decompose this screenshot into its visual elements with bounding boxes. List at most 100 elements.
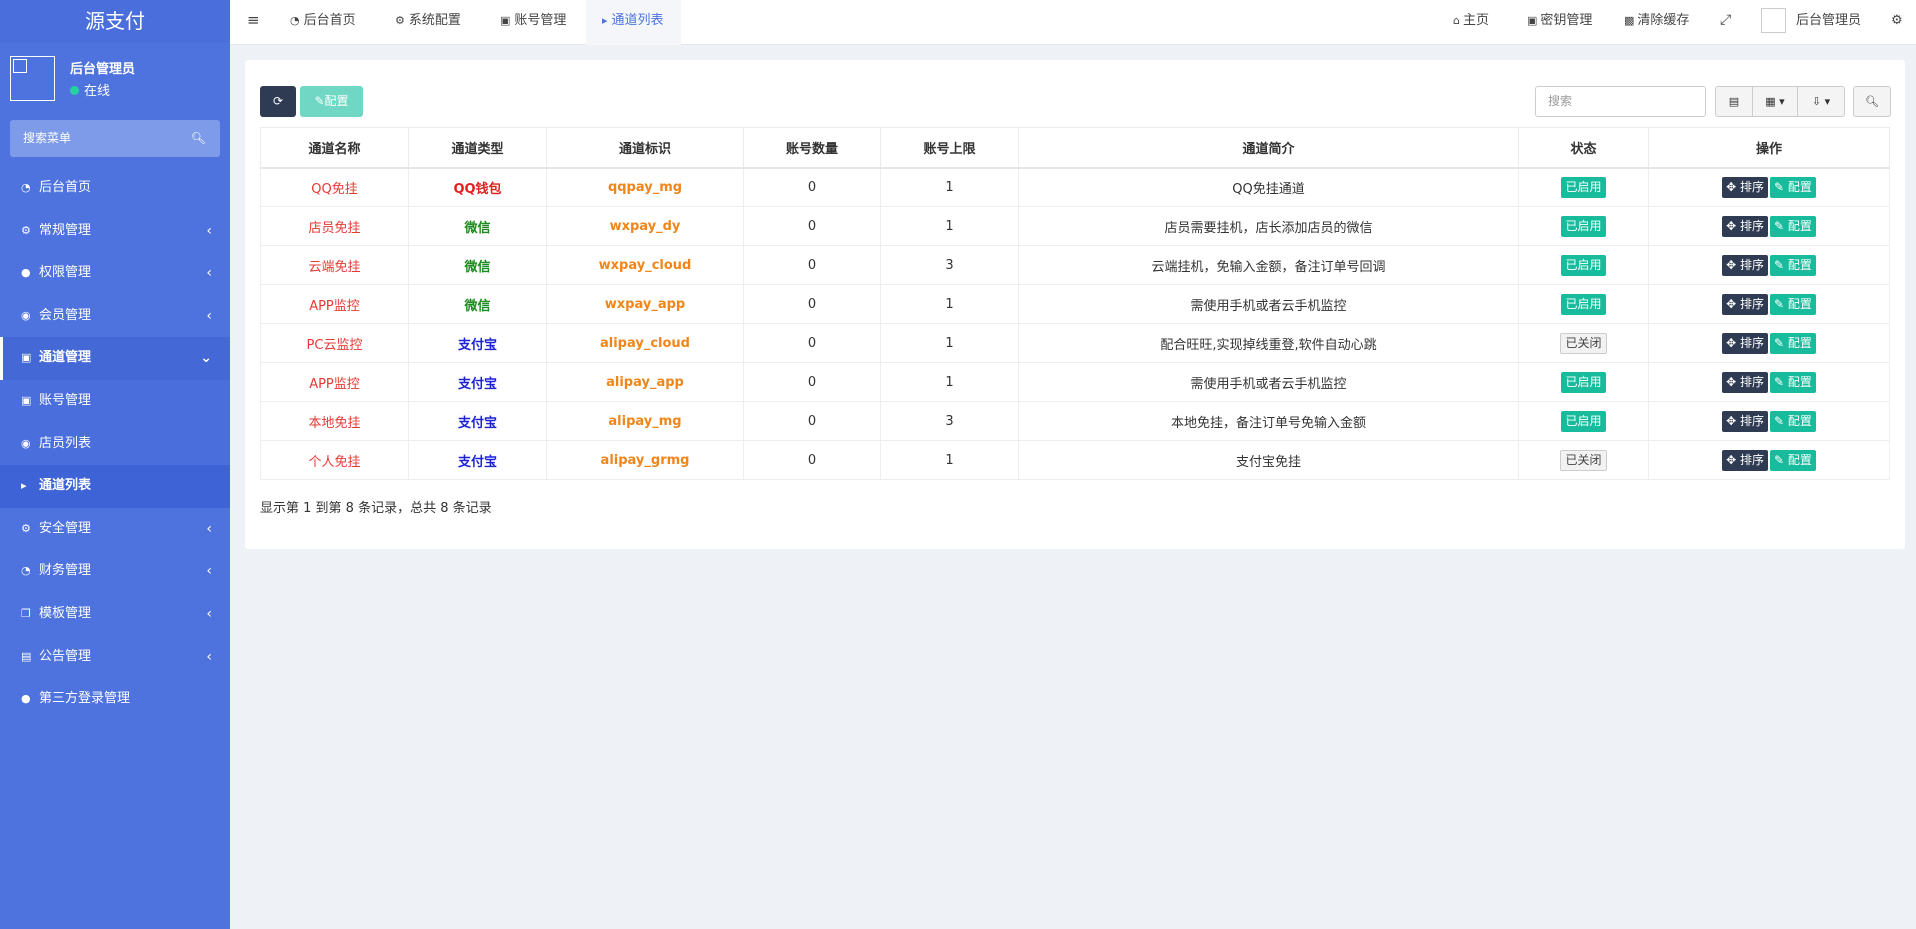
user-panel: 后台管理员 在线	[0, 43, 230, 105]
fullscreen-icon[interactable]: ⤢	[1720, 0, 1731, 45]
dashboard-icon: ◔	[21, 181, 31, 194]
sort-button[interactable]: ✥ 排序	[1722, 293, 1768, 315]
status-badge[interactable]: 已关闭	[1560, 332, 1607, 354]
status-badge[interactable]: 已启用	[1561, 371, 1606, 393]
columns-button[interactable]: ▦ ▾	[1752, 86, 1798, 117]
sidebar-item-channel-list[interactable]: ▸ 通道列表	[0, 465, 230, 508]
sidebar-item-members[interactable]: ◉ 会员管理 ‹	[0, 295, 230, 338]
account-count-cell: 0	[743, 167, 881, 207]
status-badge[interactable]: 已启用	[1561, 176, 1606, 198]
config-row-button[interactable]: ✎ 配置	[1770, 293, 1816, 315]
column-header[interactable]: 通道名称	[260, 127, 409, 169]
table-search-input[interactable]: 搜索	[1535, 86, 1706, 117]
column-header[interactable]: 通道类型	[408, 127, 547, 169]
home-icon: ⌂	[1453, 14, 1460, 27]
account-limit-cell: 3	[880, 401, 1019, 441]
sort-button[interactable]: ✥ 排序	[1722, 371, 1768, 393]
sort-button[interactable]: ✥ 排序	[1722, 332, 1768, 354]
sidebar-item-label: 账号管理	[39, 392, 92, 408]
key-icon: ▣	[1527, 14, 1538, 27]
channel-desc-cell: 配合旺旺,实现掉线重登,软件自动心跳	[1018, 323, 1519, 363]
sort-button[interactable]: ✥ 排序	[1722, 449, 1768, 471]
tab-label: 后台首页	[303, 13, 356, 28]
config-row-button[interactable]: ✎ 配置	[1770, 176, 1816, 198]
config-row-button[interactable]: ✎ 配置	[1770, 254, 1816, 276]
config-row-button[interactable]: ✎ 配置	[1770, 371, 1816, 393]
column-header[interactable]: 通道标识	[546, 127, 744, 169]
config-row-button[interactable]: ✎ 配置	[1770, 215, 1816, 237]
tab-system-config[interactable]: ⚙ 系统配置	[383, 0, 473, 45]
status-badge[interactable]: 已启用	[1561, 254, 1606, 276]
account-limit-cell: 1	[880, 167, 1019, 207]
config-row-button-label: 配置	[1787, 452, 1812, 467]
admin-menu[interactable]: 后台管理员	[1761, 0, 1861, 45]
tab-accounts[interactable]: ▣ 账号管理	[488, 0, 578, 45]
gear-icon: ⚙	[395, 14, 405, 27]
tab-channel-list[interactable]: ▸ 通道列表	[586, 0, 681, 45]
sidebar-item-label: 常规管理	[39, 222, 92, 238]
home-link[interactable]: ⌂ 主页	[1453, 0, 1489, 45]
clear-cache-link[interactable]: ▩ 清除缓存	[1624, 0, 1689, 45]
sidebar-item-finance[interactable]: ◔ 财务管理 ‹	[0, 550, 230, 593]
sort-button[interactable]: ✥ 排序	[1722, 176, 1768, 198]
key-management-link[interactable]: ▣ 密钥管理	[1527, 0, 1592, 45]
account-count-cell: 0	[743, 245, 881, 285]
tab-dashboard[interactable]: ◔ 后台首页	[278, 0, 368, 45]
config-row-button[interactable]: ✎ 配置	[1770, 449, 1816, 471]
sidebar-item-templates[interactable]: ❐ 模板管理 ‹	[0, 593, 230, 636]
channel-ident-cell: alipay_cloud	[546, 323, 744, 363]
search-icon[interactable]: 🔍︎	[191, 120, 206, 157]
config-row-button[interactable]: ✎ 配置	[1770, 410, 1816, 432]
tab-label: 通道列表	[611, 13, 664, 28]
column-header[interactable]: 账号数量	[743, 127, 881, 169]
actions-cell: ✥ 排序 ✎ 配置	[1648, 323, 1890, 363]
sort-button[interactable]: ✥ 排序	[1722, 410, 1768, 432]
status-cell: 已启用	[1518, 206, 1649, 246]
settings-icon[interactable]: ⚙	[1891, 0, 1903, 45]
config-button-label: 配置	[324, 94, 349, 108]
channel-desc-cell: QQ免挂通道	[1018, 167, 1519, 207]
sidebar-item-label: 财务管理	[39, 563, 92, 579]
sidebar-item-accounts[interactable]: ▣ 账号管理	[0, 379, 230, 423]
sidebar-item-clerks[interactable]: ◉ 店员列表	[0, 422, 230, 466]
column-header[interactable]: 状态	[1518, 127, 1649, 169]
sidebar-item-security[interactable]: ⚙ 安全管理 ‹	[0, 508, 230, 551]
config-row-button[interactable]: ✎ 配置	[1770, 332, 1816, 354]
export-button[interactable]: ⇩ ▾	[1797, 86, 1845, 117]
app-logo[interactable]: 源支付	[0, 0, 230, 43]
toggle-view-button[interactable]: ▤	[1715, 86, 1753, 117]
column-header[interactable]: 账号上限	[880, 127, 1019, 169]
channel-type-cell: 支付宝	[408, 440, 547, 480]
topbar: ≡ ◔ 后台首页 ⚙ 系统配置 ▣ 账号管理 ▸ 通道列表 ⌂ 主页 ▣ 密钥管理 ▩ 清除缓…	[230, 0, 1916, 45]
sort-button[interactable]: ✥ 排序	[1722, 254, 1768, 276]
column-header[interactable]: 通道简介	[1018, 127, 1519, 169]
status-badge[interactable]: 已关闭	[1560, 449, 1607, 471]
sort-button-label: 排序	[1739, 413, 1764, 428]
edit-icon: ✎	[314, 94, 325, 108]
sort-button[interactable]: ✥ 排序	[1722, 215, 1768, 237]
pagination-summary: 显示第 1 到第 8 条记录，总共 8 条记录	[260, 501, 492, 516]
chevron-left-icon: ‹	[206, 222, 212, 239]
advanced-search-button[interactable]: 🔍︎	[1853, 86, 1891, 117]
channel-ident-cell: wxpay_app	[546, 284, 744, 324]
column-header: 操作	[1648, 127, 1890, 169]
sidebar-item-announcements[interactable]: ▤ 公告管理 ‹	[0, 636, 230, 679]
menu-search-input[interactable]: 搜索菜单 🔍︎	[10, 120, 220, 157]
status-badge[interactable]: 已启用	[1561, 293, 1606, 315]
actions-cell: ✥ 排序 ✎ 配置	[1648, 401, 1890, 441]
sidebar-item-channels[interactable]: ▣ 通道管理 ⌄	[0, 337, 230, 380]
sidebar-item-dashboard[interactable]: ◔ 后台首页	[0, 167, 230, 210]
actions-cell: ✥ 排序 ✎ 配置	[1648, 245, 1890, 285]
channel-desc-cell: 云端挂机，免输入金额，备注订单号回调	[1018, 245, 1519, 285]
cogs-icon: ⚙	[21, 223, 31, 237]
status-badge[interactable]: 已启用	[1561, 410, 1606, 432]
sort-button-label: 排序	[1739, 335, 1764, 350]
sidebar-item-third-party-login[interactable]: ● 第三方登录管理	[0, 678, 230, 721]
sidebar-item-general[interactable]: ⚙ 常规管理 ‹	[0, 210, 230, 253]
status-badge[interactable]: 已启用	[1561, 215, 1606, 237]
config-button[interactable]: ✎配置	[300, 86, 363, 117]
refresh-button[interactable]: ⟳	[260, 86, 296, 117]
sidebar-item-permissions[interactable]: ● 权限管理 ‹	[0, 252, 230, 295]
channel-type-cell: 微信	[408, 206, 547, 246]
hamburger-menu-icon[interactable]: ≡	[247, 0, 260, 45]
